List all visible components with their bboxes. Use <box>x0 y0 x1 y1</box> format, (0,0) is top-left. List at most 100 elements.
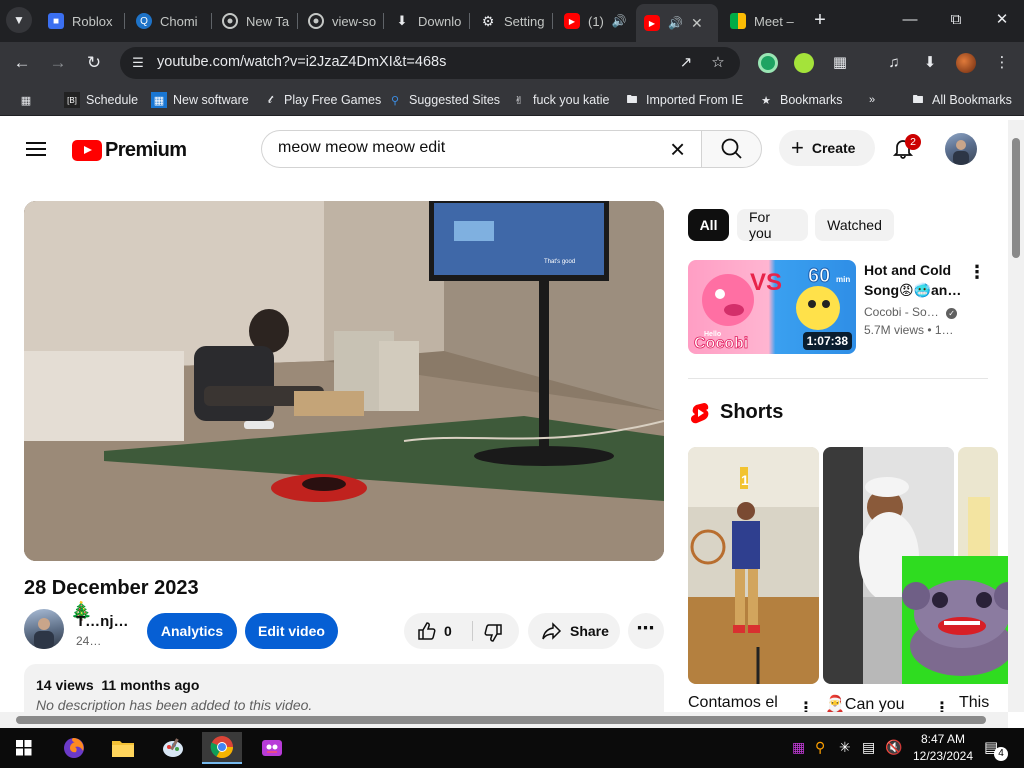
recommendation-thumbnail[interactable]: VS 60 min Hello Cocobi 1:07:38 <box>688 260 856 354</box>
tab-youtube-1[interactable]: ▶ (1) 🔊 <box>556 6 632 36</box>
restore-button[interactable]: ⧉ <box>936 8 976 32</box>
clock-date: 12/23/2024 <box>912 749 974 763</box>
all-bookmarks[interactable]: 🖿 All Bookmarks <box>910 92 1012 108</box>
bookmark-new-software[interactable]: ▦ New software <box>151 92 249 108</box>
bookmark-folder-ie[interactable]: 🖿 Imported From IE <box>624 92 744 108</box>
paint-taskbar-icon[interactable] <box>153 732 193 764</box>
file-explorer-taskbar-icon[interactable] <box>103 732 143 764</box>
media-controls-icon[interactable]: ♫ <box>883 52 905 74</box>
close-window-button[interactable]: ✕ <box>982 8 1022 32</box>
edit-video-button[interactable]: Edit video <box>245 613 338 649</box>
chip-all[interactable]: All <box>688 209 729 241</box>
bookmarks-bar: ▦ [B] Schedule ▦ New software 𝓽 Play Fre… <box>0 84 1024 116</box>
description-box[interactable]: 14 views 11 months ago No description ha… <box>24 664 664 712</box>
firefox-taskbar-icon[interactable] <box>54 732 94 764</box>
clear-search-icon[interactable]: × <box>670 135 685 163</box>
share-button[interactable]: Share <box>528 613 620 649</box>
search-button[interactable] <box>701 130 762 168</box>
app-taskbar-icon[interactable] <box>252 732 292 764</box>
tab-downloads[interactable]: ⬇ Downlo <box>386 6 466 36</box>
bookmark-star-icon[interactable]: ☆ <box>708 53 728 73</box>
tab-search-button[interactable]: ▼ <box>6 7 32 33</box>
bookmark-schedule[interactable]: [B] Schedule <box>64 92 138 108</box>
channel-name[interactable]: T…nj… <box>76 613 129 630</box>
analytics-button[interactable]: Analytics <box>147 613 237 649</box>
system-clock[interactable]: 8:47 AM 12/23/2024 <box>908 731 978 765</box>
horizontal-scroll-thumb[interactable] <box>16 716 986 724</box>
more-actions-icon[interactable]: ⋯ <box>628 613 664 649</box>
reload-button[interactable]: ↻ <box>82 51 106 75</box>
tray-search-icon[interactable]: ⚲ <box>815 739 825 756</box>
downloads-icon[interactable]: ⬇ <box>919 52 941 74</box>
tab-chomi[interactable]: Q Chomi <box>128 6 208 36</box>
tray-brightness-icon[interactable]: ✳ <box>839 739 851 756</box>
vertical-scroll-thumb[interactable] <box>1012 138 1020 258</box>
extension-green-icon[interactable] <box>758 53 778 73</box>
short-title-2[interactable]: 🎅Can you <box>825 694 905 712</box>
windows-taskbar: ▦ ⚲ ✳ ▤ 🔇 8:47 AM 12/23/2024 ▤ 4 <box>0 728 1024 768</box>
url-text[interactable]: youtube.com/watch?v=i2JzaZ4DmXI&t=468s <box>157 54 446 70</box>
chrome-taskbar-icon[interactable] <box>202 732 242 764</box>
tab-label: view-so <box>332 13 377 29</box>
back-button[interactable]: ← <box>10 51 34 75</box>
tab-new-tab[interactable]: New Ta <box>214 6 294 36</box>
minimize-button[interactable]: — <box>890 8 930 32</box>
plus-icon: + <box>791 135 804 160</box>
short-title-3[interactable]: This <box>959 694 989 712</box>
horizontal-scrollbar[interactable] <box>0 712 1008 728</box>
volume-muted-icon[interactable]: 🔇 <box>885 739 902 756</box>
profile-avatar[interactable] <box>956 53 976 73</box>
thumbs-up-icon[interactable] <box>416 620 438 642</box>
new-tab-button[interactable]: + <box>808 8 832 32</box>
tab-view-source[interactable]: view-so <box>300 6 380 36</box>
thumbs-down-icon[interactable] <box>482 622 504 644</box>
chrome-menu-icon[interactable]: ⋮ <box>991 52 1013 74</box>
network-icon[interactable]: ▤ <box>862 739 875 756</box>
tray-app-icon[interactable]: ▦ <box>792 739 805 756</box>
youtube-premium-logo[interactable]: Premium <box>72 139 187 162</box>
start-button[interactable] <box>4 732 44 764</box>
extension-lime-icon[interactable] <box>794 53 814 73</box>
chomi-icon: Q <box>136 13 152 29</box>
short-menu-icon[interactable]: ⋮ <box>798 698 814 712</box>
bookmark-label: Play Free Games <box>284 93 382 107</box>
bookmark-folder-bookmarks[interactable]: ★ Bookmarks <box>758 92 842 108</box>
channel-avatar[interactable] <box>24 609 64 649</box>
recommendation-title[interactable]: Hot and Cold Song😡🥶an… <box>864 260 964 300</box>
recommendation-menu-icon[interactable]: ⋮ <box>968 262 986 283</box>
share-icon <box>542 622 562 640</box>
bookmark-label: Imported From IE <box>646 93 744 107</box>
create-button[interactable]: + Create <box>779 130 875 166</box>
description-text: No description has been added to this vi… <box>36 697 313 712</box>
chip-for-you[interactable]: For you <box>737 209 808 241</box>
bookmark-custom[interactable]: ✌ fuck you katie <box>511 92 609 108</box>
video-player[interactable]: That's good <box>24 201 664 561</box>
apps-grid-icon[interactable]: ▦ <box>18 92 34 108</box>
tab-settings[interactable]: ⚙ Setting <box>472 6 552 36</box>
bookmark-play-free-games[interactable]: 𝓽 Play Free Games <box>262 92 381 108</box>
bookmark-suggested-sites[interactable]: ⚲ Suggested Sites <box>387 92 500 108</box>
guide-menu-icon[interactable] <box>24 138 48 162</box>
audio-playing-icon[interactable]: 🔊 <box>668 16 683 30</box>
chip-watched[interactable]: Watched <box>815 209 894 241</box>
search-box[interactable]: meow meow meow edit × <box>261 130 701 168</box>
tab-roblox[interactable]: ■ Roblox <box>40 6 120 36</box>
open-in-app-icon[interactable]: ↗ <box>676 53 696 73</box>
forward-button[interactable]: → <box>46 51 70 75</box>
short-thumbnail-1[interactable]: 1 <box>688 447 819 684</box>
address-bar[interactable]: ☰ youtube.com/watch?v=i2JzaZ4DmXI&t=468s… <box>120 47 740 79</box>
site-info-icon[interactable]: ☰ <box>128 53 148 73</box>
extensions-puzzle-icon[interactable]: ▦ <box>829 52 851 74</box>
tab-meet[interactable]: Meet – <box>722 6 802 36</box>
audio-playing-icon[interactable]: 🔊 <box>612 14 627 28</box>
search-input[interactable]: meow meow meow edit <box>278 139 445 157</box>
short-title-1[interactable]: Contamos el <box>688 694 778 712</box>
account-avatar[interactable] <box>945 133 977 165</box>
bookmarks-overflow-icon[interactable]: » <box>864 92 880 108</box>
short-menu-icon[interactable]: ⋮ <box>934 698 950 712</box>
vertical-scrollbar[interactable] <box>1008 120 1024 712</box>
tab-youtube-active[interactable]: ▶ 🔊 ✕ <box>636 4 718 42</box>
close-tab-icon[interactable]: ✕ <box>691 15 703 32</box>
video-title: 28 December 2023 <box>24 577 199 599</box>
recommendation-channel[interactable]: Cocobi - So… <box>864 305 939 319</box>
